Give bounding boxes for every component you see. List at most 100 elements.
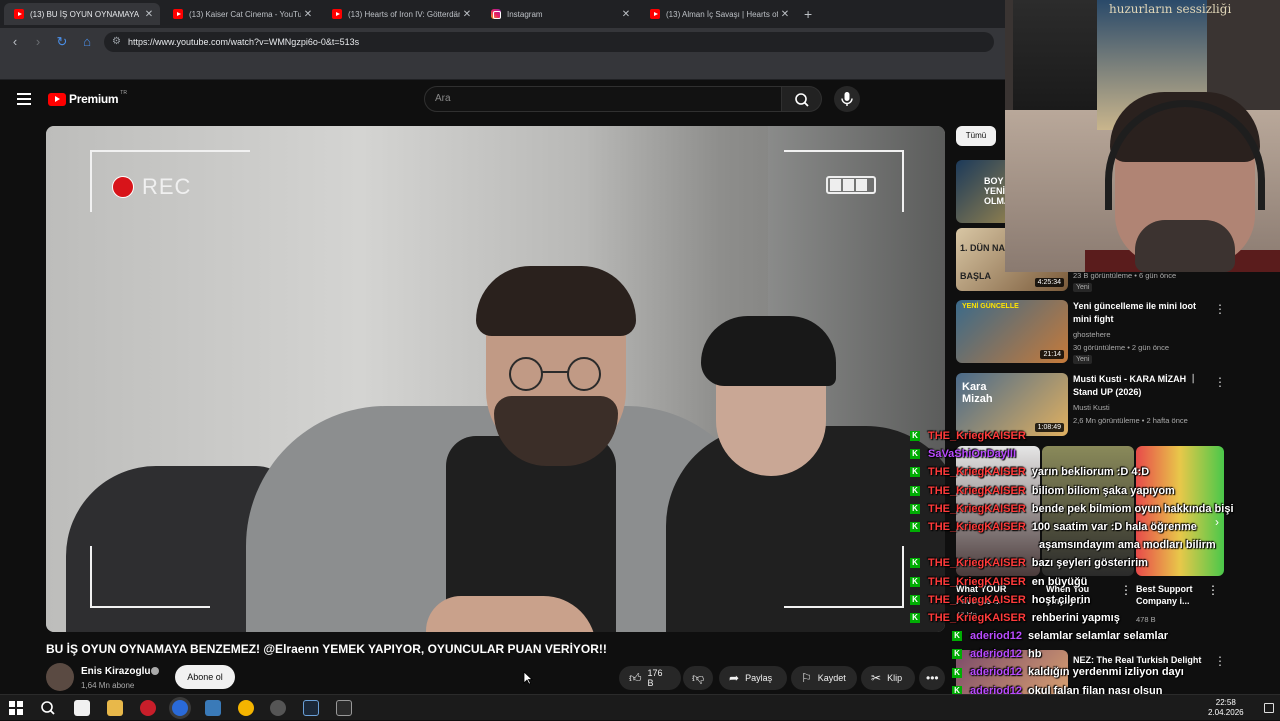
mouse-cursor-icon [523, 671, 533, 685]
back-icon[interactable]: ‹ [7, 34, 23, 50]
recommendation-title[interactable]: Yeni güncelleme ile mini loot mini fight [1073, 300, 1209, 326]
filter-chip-all[interactable]: Tümü [956, 126, 996, 146]
chat-message: K THE_KriegKAISER hoşt çilerin [910, 594, 1280, 612]
address-bar-row: ‹ › ↻ ⌂ ⚙ https://www.youtube.com/watch?… [0, 28, 1005, 56]
bookmarks-bar [0, 56, 1005, 80]
chat-badge-icon: K [910, 558, 920, 569]
video-thumbnail[interactable]: YENİ GÜNCELLE 21:14 [956, 300, 1068, 363]
chat-username: THE_KriegKAISER [928, 520, 1026, 533]
chat-message: K THE_KriegKAISER en büyüğü [910, 576, 1280, 594]
tab-4[interactable]: Instagram ✕ [481, 3, 637, 25]
close-tab-icon[interactable]: ✕ [301, 9, 315, 20]
chat-username: THE_KriegKAISER [928, 502, 1026, 515]
recommendation-title[interactable]: Musti Kusti - KARA MİZAH ｜ Stand UP (202… [1073, 373, 1209, 399]
close-tab-icon[interactable]: ✕ [142, 9, 156, 20]
like-button[interactable]: 👍︎ 176 B [619, 666, 681, 690]
chat-badge-icon: K [910, 449, 920, 460]
reload-icon[interactable]: ↻ [54, 34, 70, 50]
search-input[interactable]: Ara [424, 86, 782, 112]
forward-icon[interactable]: › [30, 34, 46, 50]
verified-icon [151, 667, 159, 675]
save-button[interactable]: ⚐ Kaydet [791, 666, 857, 690]
channel-avatar[interactable] [46, 663, 74, 691]
chat-text: en büyüğü [1031, 575, 1088, 588]
chat-message: aşamsındayım ama modları bilirm [910, 539, 1280, 557]
tab-3[interactable]: (13) Hearts of Iron IV: Götterdämmerung … [322, 3, 478, 25]
voice-search-button[interactable] [834, 86, 860, 112]
tab-1[interactable]: (13) BU İŞ OYUN OYNAMAYA ✕ [4, 3, 160, 25]
chat-username: SaVaShiOnDayIII [928, 448, 1017, 461]
search-button[interactable] [782, 86, 822, 112]
thumbs-up-icon: 👍︎ [629, 670, 642, 685]
microphone-icon [841, 92, 853, 106]
subscribe-button[interactable]: Abone ol [175, 665, 235, 689]
chat-text: biliom biliom şaka yapıyom [1031, 484, 1175, 497]
browser-icon[interactable] [172, 700, 188, 716]
chat-text: hb [1027, 648, 1042, 661]
chat-message: K SaVaShiOnDayIII [910, 448, 1280, 466]
close-tab-icon[interactable]: ✕ [778, 9, 792, 20]
site-info-icon[interactable]: ⚙ [112, 32, 121, 52]
chat-message: Kaderiod12 selamlar selamlar selamlar [910, 630, 1280, 648]
chat-text: hoşt çilerin [1031, 593, 1091, 606]
chat-message: K THE_KriegKAISER bazı şeyleri gösteririm [910, 557, 1280, 575]
taskbar: 22:58 2.04.2026 [0, 694, 1280, 720]
tab-2[interactable]: (13) Kaiser Cat Cinema - YouTube ✕ [163, 3, 319, 25]
chat-text: bende pek bilmiom oyun hakkında bişi [1031, 502, 1234, 515]
new-tab-icon[interactable]: + [804, 6, 812, 22]
chat-username: THE_KriegKAISER [928, 575, 1026, 588]
file-explorer-icon[interactable] [107, 700, 123, 716]
chat-message: K THE_KriegKAISER [910, 430, 1280, 448]
youtube-play-icon [48, 92, 66, 106]
share-button[interactable]: ➦ Paylaş [719, 666, 787, 690]
steam-icon[interactable] [303, 700, 319, 716]
app-icon[interactable] [205, 700, 221, 716]
chrome-icon[interactable] [238, 700, 254, 716]
chat-message: Kaderiod12 kaldığın yerdenmi izliyon dayı [910, 666, 1280, 684]
notifications-icon[interactable] [1264, 703, 1274, 713]
chat-badge-icon: K [910, 485, 920, 496]
clip-button[interactable]: ✂ Klip [861, 666, 915, 690]
recommendation-item[interactable]: YENİ GÜNCELLE 21:14 Yeni güncelleme ile … [956, 300, 1280, 366]
chat-text: bazı şeyleri gösteririm [1031, 557, 1148, 570]
chat-badge-icon: K [952, 667, 962, 678]
menu-icon[interactable] [17, 93, 31, 105]
close-tab-icon[interactable]: ✕ [460, 9, 474, 20]
search-icon[interactable] [40, 700, 56, 716]
more-options-icon[interactable]: ⋮ [1214, 375, 1226, 389]
more-options-icon[interactable]: ⋮ [1214, 302, 1226, 316]
chat-message: K THE_KriegKAISER bende pek bilmiom oyun h… [910, 503, 1280, 521]
windows-start-icon[interactable] [8, 700, 24, 716]
chat-badge-icon: K [952, 631, 962, 642]
url-field[interactable]: ⚙ https://www.youtube.com/watch?v=WMNgzp… [104, 32, 994, 52]
browser-tab-bar: (13) BU İŞ OYUN OYNAMAYA ✕ (13) Kaiser C… [0, 0, 1005, 28]
obs-icon[interactable] [270, 700, 286, 716]
poster-title: huzurların sessizliği [1109, 2, 1232, 16]
task-view-icon[interactable] [74, 700, 90, 716]
chat-username: THE_KriegKAISER [928, 593, 1026, 606]
chat-text: yarın bekliorum :D 4:D [1031, 466, 1150, 479]
epic-games-icon[interactable] [336, 700, 352, 716]
channel-name[interactable]: Enis Kirazoglu [81, 666, 150, 677]
thumbs-down-icon: 👎︎ [692, 670, 705, 685]
webcam-overlay: huzurların sessizliği [1005, 0, 1280, 272]
tab-5[interactable]: (13) Alman İç Savaşı | Hearts of ✕ [640, 3, 796, 25]
chat-message: K THE_KriegKAISER yarın bekliorum :D 4:D [910, 466, 1280, 484]
chat-username: aderiod12 [970, 630, 1022, 643]
youtube-icon [332, 9, 342, 19]
bookmark-icon: ⚐ [801, 671, 812, 685]
chat-badge-icon: K [910, 503, 920, 514]
close-tab-icon[interactable]: ✕ [619, 9, 633, 20]
video-thumbnail[interactable]: Kara Mizah 1:08:49 [956, 373, 1068, 436]
dislike-button[interactable]: 👎︎ [683, 666, 713, 690]
video-player[interactable]: REC [46, 126, 945, 632]
chat-username: aderiod12 [970, 666, 1022, 679]
chat-badge-icon: K [910, 612, 920, 623]
new-badge: Yeni [1073, 355, 1093, 364]
youtube-logo[interactable]: Premium TR [48, 90, 127, 106]
home-icon[interactable]: ⌂ [79, 34, 95, 50]
app-icon[interactable] [140, 700, 156, 716]
chat-badge-icon: K [910, 576, 920, 587]
chat-message: Kaderiod12 hb [910, 648, 1280, 666]
clock[interactable]: 22:58 2.04.2026 [1208, 698, 1244, 718]
